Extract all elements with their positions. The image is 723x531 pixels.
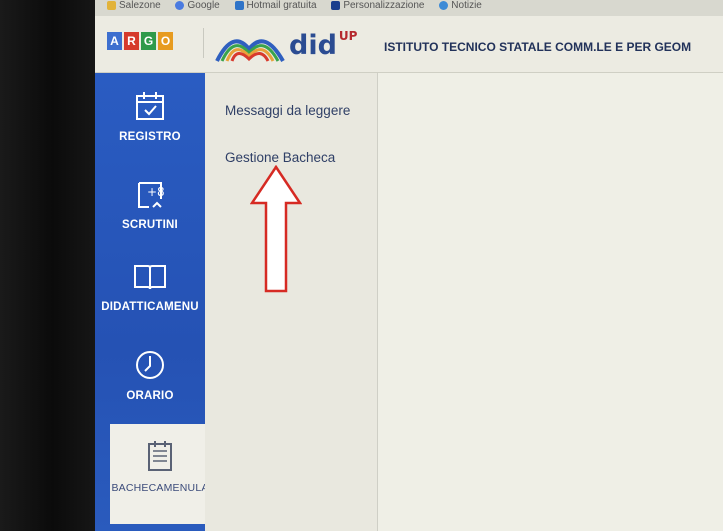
sidebar-item-bacheca[interactable]: BACHECAMENULA <box>110 424 210 524</box>
app-name-sup: UP <box>338 29 358 43</box>
app-title[interactable]: did UP <box>289 29 358 61</box>
notepad-icon <box>148 441 172 471</box>
argo-letter: A <box>107 32 122 50</box>
didup-rainbow-logo-icon <box>215 39 285 62</box>
main-content-area <box>378 73 723 531</box>
document-plus8-icon: +8 <box>138 182 165 208</box>
hotmail-icon <box>234 0 244 10</box>
browser-screen: Salezone Google Hotmail gratuita Persona… <box>95 0 723 531</box>
sidebar-item-label: SCRUTINI <box>122 219 178 231</box>
argo-letter: R <box>124 32 139 50</box>
monitor-bezel <box>0 0 95 531</box>
google-icon <box>175 0 185 10</box>
bookmark-item[interactable]: Hotmail gratuita <box>234 0 317 11</box>
argo-letter: O <box>158 32 173 50</box>
sidebar-item-label: DIDATTICAMENU <box>101 301 199 313</box>
clock-icon <box>136 351 164 379</box>
submenu-item-messaggi[interactable]: Messaggi da leggere <box>225 103 350 118</box>
argo-logo[interactable]: A R G O <box>107 32 173 50</box>
svg-text:+8: +8 <box>147 185 165 199</box>
header-divider <box>203 28 204 58</box>
bookmark-icon <box>331 0 341 10</box>
bookmark-item[interactable]: Personalizzazione <box>331 0 425 11</box>
school-name: ISTITUTO TECNICO STATALE COMM.LE E PER G… <box>384 40 692 54</box>
sidebar-item-registro[interactable]: REGISTRO <box>95 89 205 143</box>
sidebar-item-scrutini[interactable]: +8 SCRUTINI <box>95 177 205 231</box>
up-arrow-annotation <box>250 165 302 293</box>
calendar-check-icon <box>136 92 164 120</box>
argo-letter: G <box>141 32 156 50</box>
sidebar-item-label: ORARIO <box>126 390 174 402</box>
submenu-item-gestione-bacheca[interactable]: Gestione Bacheca <box>225 150 335 165</box>
news-icon <box>439 0 449 10</box>
app-name: did <box>289 30 337 61</box>
bookmark-item[interactable]: Salezone <box>107 1 161 11</box>
submenu-panel: Messaggi da leggere Gestione Bacheca <box>205 73 378 531</box>
sidebar-item-label: REGISTRO <box>119 131 181 143</box>
app-header: A R G O did UP ISTITUTO TECNICO STATALE C… <box>95 16 723 73</box>
sidebar: REGISTRO +8 SCRUTINI DIDATTICAMENU ORARI… <box>95 73 210 531</box>
bookmarks-bar: Salezone Google Hotmail gratuita Persona… <box>95 0 723 16</box>
folder-icon <box>107 0 116 10</box>
bookmark-item[interactable]: Notizie <box>439 1 482 11</box>
open-book-icon <box>134 265 166 290</box>
sidebar-item-orario[interactable]: ORARIO <box>95 348 205 402</box>
sidebar-item-didattica[interactable]: DIDATTICAMENU <box>95 261 205 313</box>
sidebar-item-label: BACHECAMENULA <box>111 482 209 494</box>
bookmark-item[interactable]: Google <box>175 0 220 11</box>
